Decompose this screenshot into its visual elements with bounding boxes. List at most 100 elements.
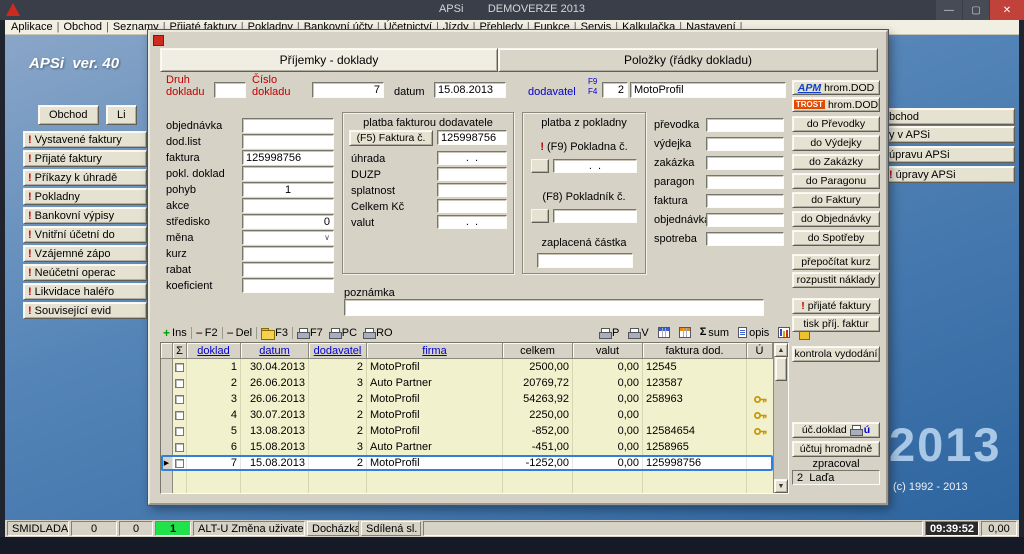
toolbar-f2-button[interactable]: −F2 (193, 325, 221, 340)
column-header-5[interactable]: firma (367, 343, 503, 359)
dodavatel-name-field[interactable]: MotoProfil (630, 82, 786, 98)
sidebar-item-4[interactable]: !Bankovní výpisy (23, 207, 147, 224)
sidebar-item-5[interactable]: !Vnitřní účetní do (23, 226, 147, 243)
do-paragonu-button[interactable]: do Paragonu (792, 173, 880, 189)
table-row-6[interactable]: 615.08.20133Auto Partner-451,000,0012589… (161, 439, 773, 455)
toolbar-del-button[interactable]: −Del (224, 325, 256, 340)
f9-date-field[interactable]: . . (553, 159, 637, 173)
toolbar-opis-button[interactable]: opis (735, 325, 772, 340)
pohyb-field[interactable]: 1 (242, 182, 334, 197)
cislo-dokladu-field[interactable]: 7 (312, 82, 384, 98)
toolbar-f3-button[interactable]: F3 (258, 325, 291, 340)
toolbar-grid-orange-button[interactable] (676, 325, 694, 340)
vydejka-field[interactable] (706, 137, 784, 151)
toolbar-pc-button[interactable]: PC (326, 325, 360, 340)
uc-doklad-button[interactable]: úč.doklad ú (792, 422, 880, 438)
scroll-up-button[interactable]: ▲ (774, 343, 788, 357)
table-row-1[interactable]: 130.04.20132MotoProfil2500,000,0012545 (161, 359, 773, 375)
paid-amount-field[interactable] (537, 253, 633, 268)
do-vydejky-button[interactable]: do Výdejky (792, 135, 880, 151)
scroll-thumb[interactable] (775, 357, 787, 381)
kurz-field[interactable] (242, 246, 334, 261)
status-dochazka-button[interactable]: Docházka (307, 521, 359, 536)
uhrada-field[interactable]: . . (437, 151, 507, 165)
do-objednavky-button[interactable]: do Objednávky (792, 211, 880, 227)
toolbar-f7-button[interactable]: F7 (294, 325, 326, 340)
menu-item-1[interactable]: Obchod (61, 21, 104, 33)
right-fragment-2[interactable]: úpravu APSi (883, 146, 1015, 163)
celkem-kc-field[interactable] (437, 199, 507, 213)
row-checkbox[interactable] (175, 363, 184, 372)
tab-li[interactable]: Li (106, 105, 137, 125)
row-checkbox[interactable] (175, 411, 184, 420)
row-checkbox[interactable] (175, 427, 184, 436)
duzp-field[interactable] (437, 167, 507, 181)
maximize-button[interactable]: ▢ (963, 0, 989, 20)
sidebar-item-7[interactable]: !Neúčetní operac (23, 264, 147, 281)
table-row-5[interactable]: 513.08.20132MotoProfil-852,000,001258465… (161, 423, 773, 439)
right-fragment-3[interactable]: !úpravy APSi (883, 166, 1015, 183)
sidebar-item-3[interactable]: !Pokladny (23, 188, 147, 205)
stredisko-field[interactable]: 0 (242, 214, 334, 229)
valut-field[interactable]: . . (437, 215, 507, 229)
scroll-down-button[interactable]: ▼ (774, 479, 788, 493)
tab-obchod[interactable]: Obchod (38, 105, 99, 125)
sidebar-item-1[interactable]: !Přijaté faktury (23, 150, 147, 167)
uctuj-hromadne-button[interactable]: účtuj hromadně (792, 441, 880, 457)
f8-pokladnik-button[interactable] (531, 209, 549, 223)
row-checkbox[interactable] (175, 459, 184, 468)
do-prevodky-button[interactable]: do Převodky (792, 116, 880, 132)
row-checkbox[interactable] (175, 379, 184, 388)
toolbar-chart-button[interactable] (775, 325, 793, 340)
objednavka-doc-field[interactable] (706, 213, 784, 227)
status-alt-u[interactable]: ALT-U Změna uživatele (193, 521, 305, 536)
rabat-field[interactable] (242, 262, 334, 277)
dodavatel-code-field[interactable]: 2 (602, 82, 628, 98)
do-faktury-button[interactable]: do Faktury (792, 192, 880, 208)
sidebar-item-0[interactable]: !Vystavené faktury (23, 131, 147, 148)
prepocitat-kurz-button[interactable]: přepočítat kurz (792, 254, 880, 270)
status-sdilena-button[interactable]: Sdílená sl. (361, 521, 421, 536)
minimize-button[interactable]: — (936, 0, 962, 20)
scroll-track[interactable] (774, 381, 788, 479)
column-header-2[interactable]: doklad (187, 343, 241, 359)
druh-dokladu-field[interactable] (214, 82, 246, 98)
faktura-doc-field[interactable] (706, 194, 784, 208)
dod-list-field[interactable] (242, 134, 334, 149)
sidebar-item-8[interactable]: !Likvidace haléřo (23, 283, 147, 300)
table-row-2[interactable]: 226.06.20133Auto Partner20769,720,001235… (161, 375, 773, 391)
tisk-prij-faktur-button[interactable]: tisk příj. faktur (792, 316, 880, 332)
prijate-faktury-button[interactable]: !přijaté faktury (792, 298, 880, 314)
sidebar-item-2[interactable]: !Příkazy k úhradě (23, 169, 147, 186)
vertical-scrollbar[interactable]: ▲ ▼ (773, 343, 788, 493)
toolbar-sum-button[interactable]: Σsum (697, 325, 732, 340)
row-checkbox[interactable] (175, 443, 184, 452)
datum-field[interactable]: 15.08.2013 (434, 82, 506, 98)
tab-polozky-radky[interactable]: Položky (řádky dokladu) (498, 48, 878, 72)
do-zakazky-button[interactable]: do Zakázky (792, 154, 880, 170)
column-header-4[interactable]: dodavatel (309, 343, 367, 359)
note-field[interactable] (344, 299, 764, 316)
rozpustit-naklady-button[interactable]: rozpustit náklady (792, 272, 880, 288)
f5-faktura-button[interactable]: (F5) Faktura č. (349, 130, 433, 146)
splatnost-field[interactable] (437, 183, 507, 197)
right-fragment-0[interactable]: bchod (883, 108, 1015, 125)
mena-field[interactable]: ∨ (242, 230, 334, 245)
toolbar-grid-blue-button[interactable] (655, 325, 673, 340)
prevodka-field[interactable] (706, 118, 784, 132)
f9-pokladna-button[interactable] (531, 159, 549, 173)
toolbar-ins-button[interactable]: +Ins (160, 325, 190, 340)
sidebar-item-9[interactable]: !Související evid (23, 302, 147, 319)
faktura-field[interactable]: 125998756 (242, 150, 334, 165)
table-row-7[interactable]: ▶715.08.20132MotoProfil-1252,000,0012599… (161, 455, 773, 471)
toolbar-v-button[interactable]: V (625, 325, 651, 340)
objednavka-field[interactable] (242, 118, 334, 133)
tab-prijemky-doklady[interactable]: Příjemky - doklady (160, 48, 498, 72)
pokl-doklad-field[interactable] (242, 166, 334, 181)
apm-hrom-dod-button[interactable]: APMhrom.DOD (792, 80, 880, 95)
row-checkbox[interactable] (175, 395, 184, 404)
trost-hrom-dod-button[interactable]: TROSThrom.DOD (792, 97, 880, 112)
koeficient-field[interactable] (242, 278, 334, 293)
f5-faktura-field[interactable]: 125998756 (437, 130, 507, 145)
table-row-4[interactable]: 430.07.20132MotoProfil2250,000,00 (161, 407, 773, 423)
